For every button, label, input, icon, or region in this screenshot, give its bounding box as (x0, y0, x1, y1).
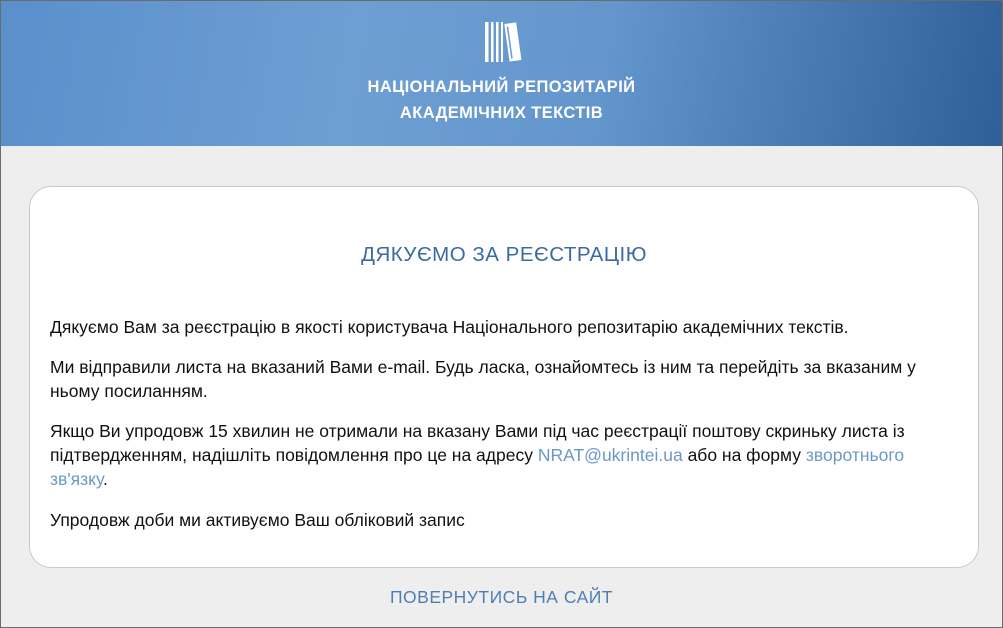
books-icon (485, 22, 522, 62)
no-email-paragraph: Якщо Ви упродовж 15 хвилин не отримали н… (50, 419, 962, 491)
email-sent-paragraph: Ми відправили листа на вказаний Вами e-m… (50, 357, 916, 401)
site-title-line2: АКАДЕМІЧНИХ ТЕКСТІВ (399, 104, 604, 122)
back-to-site-link[interactable]: ПОВЕРНУТИСЬ НА САЙТ (0, 587, 1003, 608)
activation-paragraph: Упродовж доби ми активуємо Ваш обліковий… (50, 510, 465, 530)
no-email-text-middle: або на форму (682, 445, 806, 465)
site-title-line1: НАЦІОНАЛЬНИЙ РЕПОЗИТАРІЙ (367, 78, 636, 96)
no-email-text-end: . (103, 469, 108, 489)
thanks-paragraph: Дякуємо Вам за реєстрацію в якості корис… (50, 317, 849, 337)
page-title: ДЯКУЄМО ЗА РЕЄСТРАЦІЮ (361, 243, 647, 266)
site-header: НАЦІОНАЛЬНИЙ РЕПОЗИТАРІЙ АКАДЕМІЧНИХ ТЕК… (0, 0, 1003, 146)
registration-confirmation-card: ДЯКУЄМО ЗА РЕЄСТРАЦІЮ Дякуємо Вам за реє… (29, 186, 979, 568)
email-link[interactable]: NRAT@ukrintei.ua (538, 445, 683, 465)
